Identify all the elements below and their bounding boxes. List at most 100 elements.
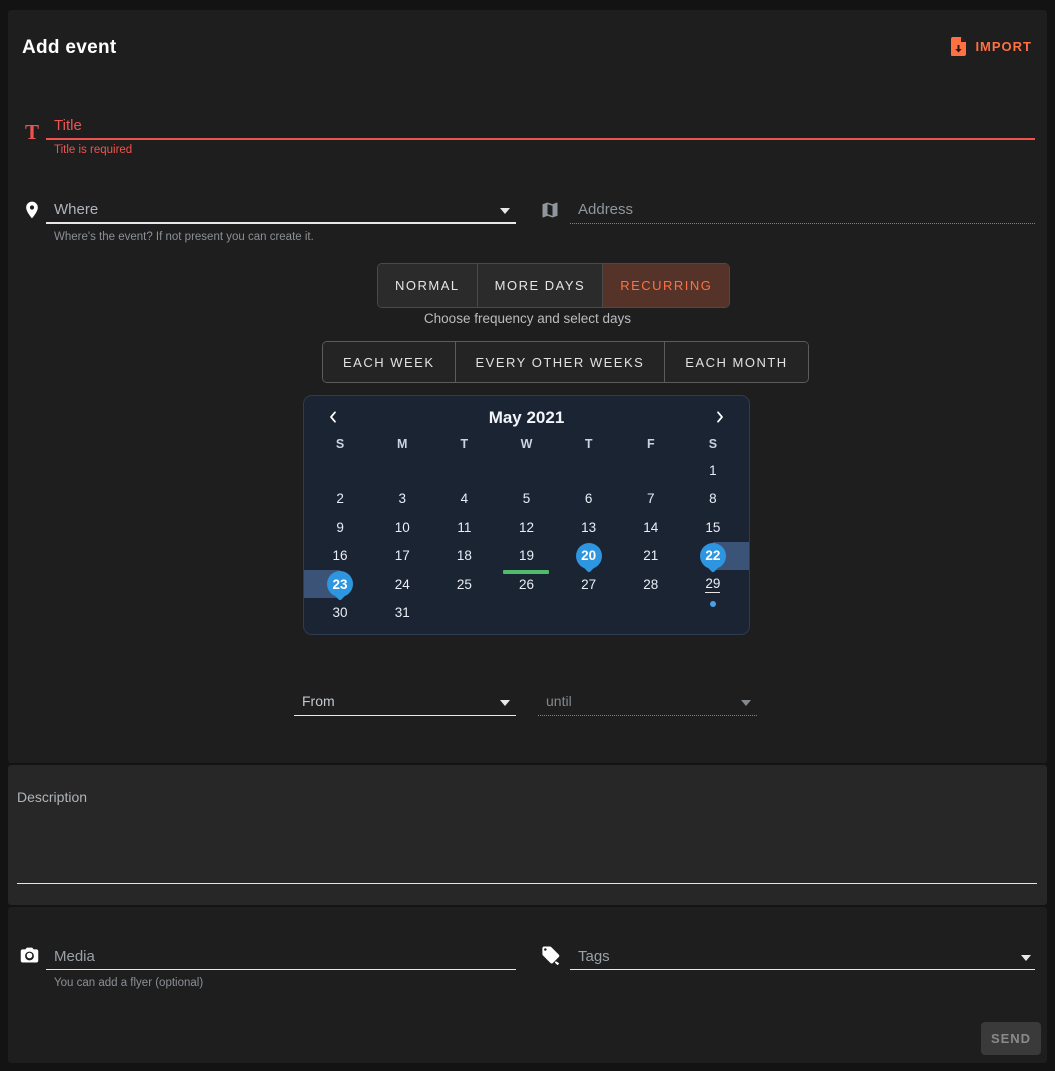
calendar-day-cell[interactable]: 14 — [620, 513, 682, 542]
next-month-button[interactable] — [708, 406, 732, 430]
calendar-day-cell[interactable]: 11 — [433, 513, 495, 542]
calendar-day[interactable]: 10 — [395, 520, 410, 535]
tab-normal[interactable]: NORMAL — [378, 264, 478, 307]
media-input[interactable]: Media — [46, 943, 516, 970]
calendar-day[interactable]: 13 — [581, 520, 596, 535]
calendar-day-cell[interactable]: 27 — [558, 570, 620, 599]
chevron-down-icon — [500, 208, 510, 214]
calendar-day-cell[interactable]: 23 — [309, 570, 371, 599]
calendar-day[interactable]: 27 — [581, 577, 596, 592]
calendar-day-cell[interactable]: 17 — [371, 542, 433, 571]
calendar-day-cell[interactable]: 12 — [495, 513, 557, 542]
calendar-day[interactable]: 26 — [519, 577, 534, 592]
calendar-day-cell[interactable]: 15 — [682, 513, 744, 542]
calendar-day-cell[interactable]: 25 — [433, 570, 495, 599]
weekday-header: S — [309, 437, 371, 451]
calendar-day-cell[interactable]: 13 — [558, 513, 620, 542]
calendar-day-cell[interactable]: 7 — [620, 485, 682, 514]
calendar-day-cell[interactable]: 1 — [682, 456, 744, 485]
tab-recurring[interactable]: RECURRING — [603, 264, 729, 307]
calendar-day[interactable]: 14 — [643, 520, 658, 535]
freq-every-other-weeks-button[interactable]: EVERY OTHER WEEKS — [456, 342, 666, 382]
calendar-day-cell[interactable]: 24 — [371, 570, 433, 599]
from-placeholder: From — [302, 693, 335, 709]
description-section: Description — [8, 765, 1047, 905]
calendar-day[interactable]: 1 — [709, 463, 717, 478]
calendar-day-cell[interactable]: 3 — [371, 485, 433, 514]
calendar-day-cell[interactable]: 28 — [620, 570, 682, 599]
media-tags-section: Media You can add a flyer (optional) Tag… — [8, 907, 1047, 1063]
import-button[interactable]: IMPORT — [946, 34, 1032, 58]
media-placeholder: Media — [54, 948, 95, 965]
calendar-empty-cell — [620, 456, 682, 485]
title-placeholder: Title — [54, 117, 82, 134]
calendar-day[interactable]: 20 — [576, 543, 602, 569]
calendar-day[interactable]: 29 — [705, 576, 720, 593]
calendar-day[interactable]: 3 — [398, 491, 406, 506]
calendar-day[interactable]: 12 — [519, 520, 534, 535]
title-error: Title is required — [54, 144, 132, 156]
tab-more-days[interactable]: MORE DAYS — [478, 264, 604, 307]
calendar-day-cell[interactable]: 22 — [682, 542, 744, 571]
calendar-day-cell[interactable]: 4 — [433, 485, 495, 514]
from-time-select[interactable]: From — [294, 690, 516, 716]
calendar-day-cell[interactable]: 8 — [682, 485, 744, 514]
until-time-select[interactable]: until — [538, 690, 757, 716]
calendar-empty-cell — [371, 456, 433, 485]
calendar-day-cell[interactable]: 31 — [371, 599, 433, 628]
weekday-header: S — [682, 437, 744, 451]
calendar-header: May 2021 — [309, 404, 744, 432]
prev-month-button[interactable] — [321, 406, 345, 430]
calendar-day-cell[interactable]: 2 — [309, 485, 371, 514]
calendar-day[interactable]: 24 — [395, 577, 410, 592]
import-label: IMPORT — [975, 39, 1032, 54]
calendar-day[interactable]: 28 — [643, 577, 658, 592]
calendar-day[interactable]: 11 — [457, 520, 471, 535]
freq-each-week-button[interactable]: EACH WEEK — [323, 342, 456, 382]
calendar-day[interactable]: 5 — [523, 491, 531, 506]
add-event-form-section: Add event IMPORT T Title Title is requir… — [8, 10, 1047, 763]
send-button[interactable]: SEND — [981, 1022, 1041, 1055]
title-input[interactable]: Title — [46, 114, 1035, 140]
calendar-day[interactable]: 18 — [457, 548, 472, 563]
location-pin-icon — [20, 198, 44, 222]
calendar-day[interactable]: 23 — [327, 571, 353, 597]
where-select[interactable]: Where — [46, 198, 516, 224]
camera-icon — [17, 943, 41, 967]
calendar-day-cell[interactable]: 20 — [558, 542, 620, 571]
map-icon — [538, 198, 562, 222]
calendar-day[interactable]: 8 — [709, 491, 717, 506]
calendar-day[interactable]: 16 — [333, 548, 348, 563]
calendar-day[interactable]: 22 — [700, 543, 726, 569]
calendar-day[interactable]: 9 — [336, 520, 344, 535]
calendar-day[interactable]: 2 — [336, 491, 344, 506]
calendar-day[interactable]: 30 — [333, 605, 348, 620]
calendar-day-cell[interactable]: 10 — [371, 513, 433, 542]
calendar-day[interactable]: 7 — [647, 491, 655, 506]
calendar-day-cell[interactable]: 16 — [309, 542, 371, 571]
address-input[interactable]: Address — [570, 198, 1035, 224]
calendar-day[interactable]: 6 — [585, 491, 593, 506]
chevron-down-icon — [741, 700, 751, 706]
calendar-day-cell[interactable]: 30 — [309, 599, 371, 628]
calendar-day[interactable]: 17 — [395, 548, 410, 563]
calendar-day[interactable]: 19 — [519, 548, 534, 563]
calendar-day-cell[interactable]: 5 — [495, 485, 557, 514]
calendar-day[interactable]: 21 — [643, 548, 658, 563]
description-textarea[interactable] — [17, 785, 1037, 884]
calendar-day-cell[interactable]: 19 — [495, 542, 557, 571]
calendar-day[interactable]: 15 — [705, 520, 720, 535]
calendar-day-cell[interactable]: 18 — [433, 542, 495, 571]
calendar-day[interactable]: 31 — [395, 605, 410, 620]
calendar-day[interactable]: 25 — [457, 577, 472, 592]
calendar-day-cell[interactable]: 26 — [495, 570, 557, 599]
calendar-day-cell[interactable]: 9 — [309, 513, 371, 542]
calendar-day[interactable]: 4 — [461, 491, 469, 506]
calendar-day-cell[interactable]: 29 — [682, 570, 744, 599]
calendar-empty-cell — [433, 456, 495, 485]
calendar-day-cell[interactable]: 6 — [558, 485, 620, 514]
frequency-options: EACH WEEK EVERY OTHER WEEKS EACH MONTH — [322, 341, 809, 383]
tags-select[interactable]: Tags — [570, 943, 1035, 970]
calendar-day-cell[interactable]: 21 — [620, 542, 682, 571]
freq-each-month-button[interactable]: EACH MONTH — [665, 342, 807, 382]
